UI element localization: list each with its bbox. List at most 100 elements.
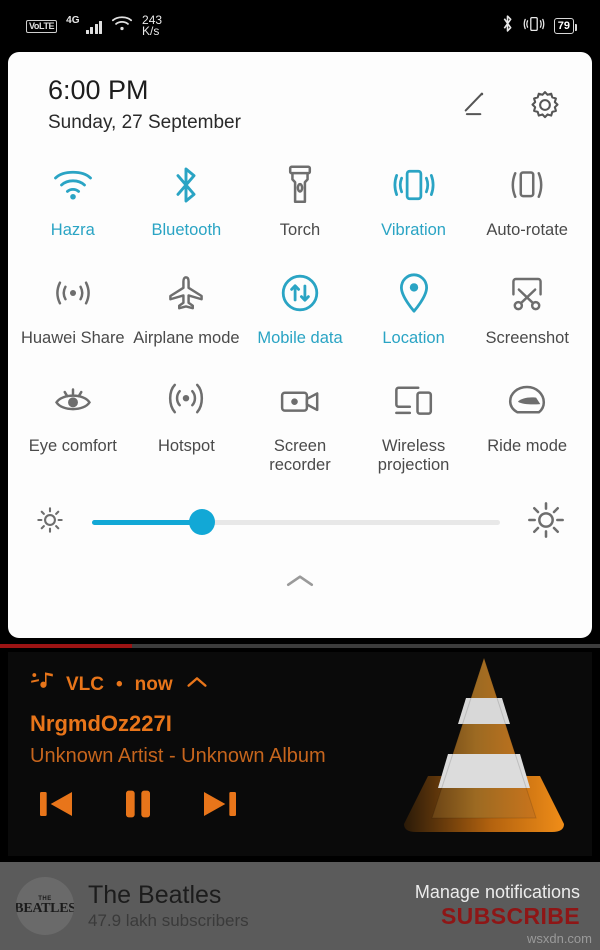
youtube-channel-bar: THE BEATLES The Beatles 47.9 lakh subscr… xyxy=(0,862,600,950)
tile-label: Ride mode xyxy=(487,436,568,455)
tile-label: Auto-rotate xyxy=(486,220,568,239)
tile-label: Huawei Share xyxy=(20,328,125,347)
tile-mobile-data[interactable]: Mobile data xyxy=(243,262,357,370)
tile-label: Location xyxy=(382,328,445,347)
next-button[interactable] xyxy=(200,784,240,829)
tile-label: Torch xyxy=(279,220,321,239)
screenshot-scissors-icon xyxy=(506,270,548,316)
brightness-slider[interactable] xyxy=(92,509,500,536)
tile-ride-mode[interactable]: Ride mode xyxy=(470,370,584,478)
tile-airplane-mode[interactable]: Airplane mode xyxy=(130,262,244,370)
brightness-high-icon[interactable] xyxy=(526,500,566,545)
vlc-music-note-icon xyxy=(30,670,54,699)
vibrate-icon xyxy=(392,162,436,208)
pause-button[interactable] xyxy=(118,784,158,829)
channel-actions: Manage notifications SUBSCRIBE xyxy=(415,882,584,930)
tile-eye-comfort[interactable]: Eye comfort xyxy=(16,370,130,478)
tile-label: Hazra xyxy=(50,220,95,239)
brightness-thumb[interactable] xyxy=(189,509,216,536)
volte-icon: VoLTE xyxy=(26,19,58,33)
quick-settings-panel: 6:00 PM Sunday, 27 September Hazra Bluet… xyxy=(8,52,592,638)
tile-row-3: Eye comfort Hotspot Screen recorder Wire… xyxy=(16,370,584,478)
avatar-name-text: BEATLES xyxy=(16,901,74,916)
channel-avatar[interactable]: THE BEATLES xyxy=(16,877,74,935)
collapse-handle[interactable] xyxy=(8,571,592,591)
tile-label: Vibration xyxy=(381,220,446,239)
clock-block: 6:00 PM Sunday, 27 September xyxy=(48,74,241,134)
media-separator: • xyxy=(116,673,123,695)
eye-comfort-icon xyxy=(51,378,95,424)
watermark: wsxdn.com xyxy=(526,931,592,946)
tile-screenshot[interactable]: Screenshot xyxy=(470,262,584,370)
quick-settings-header: 6:00 PM Sunday, 27 September xyxy=(8,52,592,134)
tile-label: Bluetooth xyxy=(151,220,222,239)
chevron-up-icon[interactable] xyxy=(185,674,209,695)
network-type-label: 4G xyxy=(66,15,80,26)
tile-hotspot[interactable]: Hotspot xyxy=(130,370,244,478)
battery-icon: 79 xyxy=(553,17,578,35)
video-progress-bar[interactable] xyxy=(0,644,600,648)
tile-label: Screenshot xyxy=(485,328,569,347)
vibrate-icon xyxy=(523,15,545,38)
media-notification[interactable]: VLC • now NrgmdOz227I Unknown Artist - U… xyxy=(8,652,592,856)
tile-bluetooth[interactable]: Bluetooth xyxy=(130,154,244,262)
media-track-title: NrgmdOz227I xyxy=(30,711,172,736)
pencil-edit-icon[interactable] xyxy=(456,88,490,122)
wifi-icon xyxy=(52,162,94,208)
tile-label: Wireless projection xyxy=(377,436,450,474)
status-bar-left: VoLTE 4G 243 K/s xyxy=(26,14,162,38)
media-time-label: now xyxy=(134,673,173,695)
tile-location[interactable]: Location xyxy=(357,262,471,370)
channel-name: The Beatles xyxy=(88,880,222,909)
tile-label: Screen recorder xyxy=(269,436,331,474)
channel-subscribers: 47.9 lakh subscribers xyxy=(88,911,249,931)
media-notification-content: VLC • now NrgmdOz227I Unknown Artist - U… xyxy=(8,652,592,847)
signal-bars-icon xyxy=(85,19,103,34)
huawei-share-icon xyxy=(51,270,95,316)
manage-notifications-button[interactable]: Manage notifications xyxy=(415,882,580,904)
tile-label: Eye comfort xyxy=(28,436,117,455)
header-actions xyxy=(456,74,562,122)
tile-torch[interactable]: Torch xyxy=(243,154,357,262)
wireless-projection-icon xyxy=(393,378,435,424)
brightness-slider-row xyxy=(8,478,592,545)
media-app-name: VLC xyxy=(66,673,104,695)
channel-meta: The Beatles 47.9 lakh subscribers xyxy=(88,881,415,932)
tile-screen-recorder[interactable]: Screen recorder xyxy=(243,370,357,478)
media-track-subtitle: Unknown Artist - Unknown Album xyxy=(30,745,326,767)
data-rate-indicator: 243 K/s xyxy=(142,14,162,38)
mobile-data-icon xyxy=(279,270,321,316)
quick-settings-grid: Hazra Bluetooth Torch Vibration Auto-rot… xyxy=(8,134,592,478)
tile-row-1: Hazra Bluetooth Torch Vibration Auto-rot… xyxy=(16,154,584,262)
status-bar-right: 79 xyxy=(501,14,578,38)
data-rate-unit: K/s xyxy=(142,24,160,38)
media-controls xyxy=(30,784,570,829)
tile-vibration[interactable]: Vibration xyxy=(357,154,471,262)
gear-icon[interactable] xyxy=(528,88,562,122)
brightness-low-icon[interactable] xyxy=(34,504,66,541)
auto-rotate-icon xyxy=(506,162,548,208)
screen-recorder-icon xyxy=(278,378,322,424)
video-progress-fill xyxy=(0,644,132,648)
tile-huawei-share[interactable]: Huawei Share xyxy=(16,262,130,370)
airplane-icon xyxy=(166,270,206,316)
media-app-row: VLC • now xyxy=(30,670,570,699)
tile-auto-rotate[interactable]: Auto-rotate xyxy=(470,154,584,262)
tile-label: Airplane mode xyxy=(133,328,240,347)
brightness-fill xyxy=(92,519,203,525)
flashlight-icon xyxy=(287,162,313,208)
bluetooth-icon xyxy=(501,14,514,38)
tile-label: Hotspot xyxy=(157,436,215,455)
bluetooth-icon xyxy=(172,162,200,208)
tile-wireless-projection[interactable]: Wireless projection xyxy=(357,370,471,478)
subscribe-button[interactable]: SUBSCRIBE xyxy=(415,903,580,930)
helmet-icon xyxy=(506,378,548,424)
clock-date: Sunday, 27 September xyxy=(48,111,241,133)
tile-hazra[interactable]: Hazra xyxy=(16,154,130,262)
tile-label: Mobile data xyxy=(257,328,343,347)
clock-time: 6:00 PM xyxy=(48,75,149,105)
tile-row-2: Huawei Share Airplane mode Mobile data L… xyxy=(16,262,584,370)
status-bar: VoLTE 4G 243 K/s 79 xyxy=(0,0,600,52)
previous-button[interactable] xyxy=(36,784,76,829)
wifi-icon xyxy=(111,15,133,37)
